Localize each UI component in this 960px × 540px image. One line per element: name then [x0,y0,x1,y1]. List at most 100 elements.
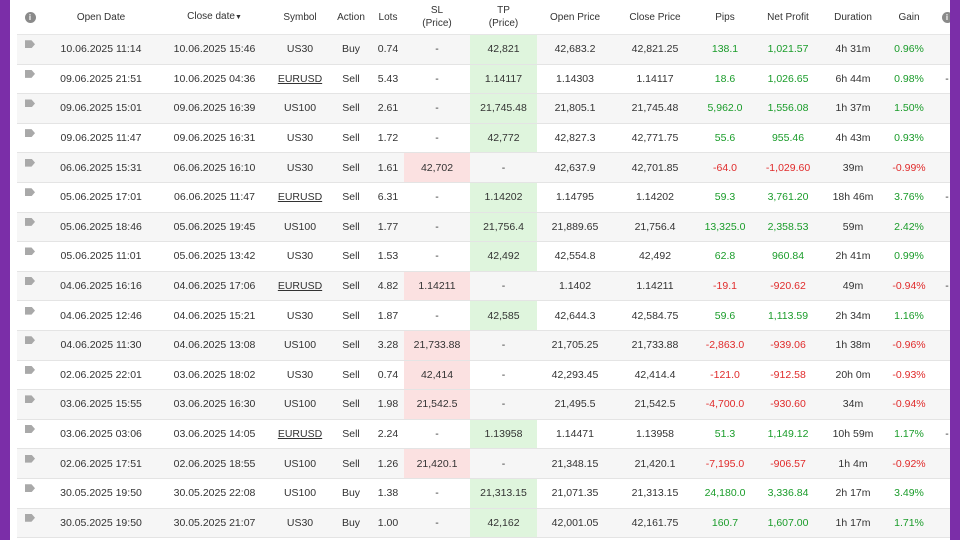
symbol-link[interactable]: EURUSD [278,73,322,85]
table-row[interactable]: 03.06.2025 03:06 03.06.2025 14:05 EURUSD Se… [17,419,950,450]
table-row[interactable]: 05.06.2025 17:01 06.06.2025 11:47 EURUSD Se… [17,182,950,213]
open-date-cell: 09.06.2025 15:01 [43,93,159,124]
tag-cell[interactable] [17,448,43,479]
symbol-cell: US100 [270,478,330,509]
tag-icon[interactable] [25,69,35,78]
tag-icon[interactable] [25,247,35,256]
table-row[interactable]: 10.06.2025 11:14 10.06.2025 15:46 US30 Buy 0… [17,34,950,65]
symbol-link[interactable]: EURUSD [278,191,322,203]
sl-price-cell: - [404,64,470,95]
col-tp[interactable]: TP (Price) [470,0,537,35]
tag-icon[interactable] [25,277,35,286]
col-open-price[interactable]: Open Price [537,0,613,35]
col-sl[interactable]: SL (Price) [404,0,470,35]
close-price-cell: 1.14117 [613,64,697,95]
table-row[interactable]: 06.06.2025 15:31 06.06.2025 16:10 US30 Sell… [17,152,950,183]
table-row[interactable]: 05.06.2025 18:46 05.06.2025 19:45 US100 Sel… [17,212,950,243]
extra-cell [935,448,950,479]
gain-cell: 1.71% [883,508,935,539]
lots-cell: 6.31 [372,182,404,213]
tag-cell[interactable] [17,182,43,213]
table-row[interactable]: 09.06.2025 15:01 09.06.2025 16:39 US100 Sel… [17,93,950,124]
tag-cell[interactable] [17,389,43,420]
tag-cell[interactable] [17,152,43,183]
net-profit-cell: -912.58 [753,360,823,391]
tag-cell[interactable] [17,123,43,154]
tag-icon[interactable] [25,129,35,138]
table-row[interactable]: 04.06.2025 12:46 04.06.2025 15:21 US30 Sell… [17,300,950,331]
tag-icon[interactable] [25,217,35,226]
sl-price-cell: - [404,478,470,509]
tag-cell[interactable] [17,34,43,65]
tag-icon[interactable] [25,484,35,493]
tag-icon[interactable] [25,425,35,434]
trade-history-table: i Open Date Close date▼ Symbol Action Lo… [17,0,950,539]
tag-icon[interactable] [25,395,35,404]
tag-cell[interactable] [17,241,43,272]
open-price-cell: 42,637.9 [537,152,613,183]
lots-cell: 1.61 [372,152,404,183]
info-header[interactable]: i [17,0,43,35]
col-open-date[interactable]: Open Date [43,0,159,35]
col-net-profit[interactable]: Net Profit [753,0,823,35]
info-header-2[interactable]: i [935,0,950,35]
info-icon[interactable]: i [24,11,36,23]
col-action[interactable]: Action [330,0,372,35]
sort-desc-icon[interactable]: ▼ [235,14,242,21]
tag-icon[interactable] [25,158,35,167]
tag-cell[interactable] [17,508,43,539]
tag-cell[interactable] [17,478,43,509]
table-row[interactable]: 02.06.2025 17:51 02.06.2025 18:55 US100 Sel… [17,448,950,479]
table-row[interactable]: 09.06.2025 11:47 09.06.2025 16:31 US30 Sell… [17,123,950,154]
tag-icon[interactable] [25,40,35,49]
col-close-price[interactable]: Close Price [613,0,697,35]
extra-cell [935,34,950,65]
tag-cell[interactable] [17,330,43,361]
gain-cell: -0.93% [883,360,935,391]
table-row[interactable]: 09.06.2025 21:51 10.06.2025 04:36 EURUSD Se… [17,64,950,95]
col-close-date[interactable]: Close date▼ [159,0,270,35]
col-gain[interactable]: Gain [883,0,935,35]
tag-icon[interactable] [25,365,35,374]
tag-cell[interactable] [17,64,43,95]
tag-icon[interactable] [25,513,35,522]
col-pips[interactable]: Pips [697,0,753,35]
table-row[interactable]: 02.06.2025 22:01 03.06.2025 18:02 US30 Sell… [17,360,950,391]
col-duration[interactable]: Duration [823,0,883,35]
tag-icon[interactable] [25,188,35,197]
tag-cell[interactable] [17,360,43,391]
table-row[interactable]: 05.06.2025 11:01 05.06.2025 13:42 US30 Sell… [17,241,950,272]
tag-icon[interactable] [25,99,35,108]
extra-cell [935,508,950,539]
col-lots[interactable]: Lots [372,0,404,35]
tag-icon[interactable] [25,306,35,315]
symbol-link[interactable]: EURUSD [278,428,322,440]
sl-price-cell: 1.14211 [404,271,470,302]
close-date-cell: 03.06.2025 14:05 [159,419,270,450]
table-row[interactable]: 04.06.2025 16:16 04.06.2025 17:06 EURUSD Se… [17,271,950,302]
tag-cell[interactable] [17,93,43,124]
gain-cell: 0.93% [883,123,935,154]
extra-cell [935,212,950,243]
table-row[interactable]: 04.06.2025 11:30 04.06.2025 13:08 US100 Sel… [17,330,950,361]
tag-icon[interactable] [25,336,35,345]
tag-cell[interactable] [17,212,43,243]
tag-icon[interactable] [25,454,35,463]
info-icon[interactable]: i [941,11,950,23]
close-date-cell: 30.05.2025 22:08 [159,478,270,509]
symbol-link[interactable]: EURUSD [278,280,322,292]
tag-cell[interactable] [17,271,43,302]
sl-price-cell: 42,702 [404,152,470,183]
table-row[interactable]: 03.06.2025 15:55 03.06.2025 16:30 US100 Sel… [17,389,950,420]
duration-cell: 39m [823,152,883,183]
lots-cell: 1.72 [372,123,404,154]
tag-cell[interactable] [17,419,43,450]
open-date-cell: 04.06.2025 16:16 [43,271,159,302]
col-symbol[interactable]: Symbol [270,0,330,35]
table-row[interactable]: 30.05.2025 19:50 30.05.2025 22:08 US100 Buy… [17,478,950,509]
net-profit-cell: 3,761.20 [753,182,823,213]
close-date-cell: 03.06.2025 16:30 [159,389,270,420]
table-row[interactable]: 30.05.2025 19:50 30.05.2025 21:07 US30 Buy 1… [17,508,950,539]
tag-cell[interactable] [17,300,43,331]
pips-cell: 55.6 [697,123,753,154]
